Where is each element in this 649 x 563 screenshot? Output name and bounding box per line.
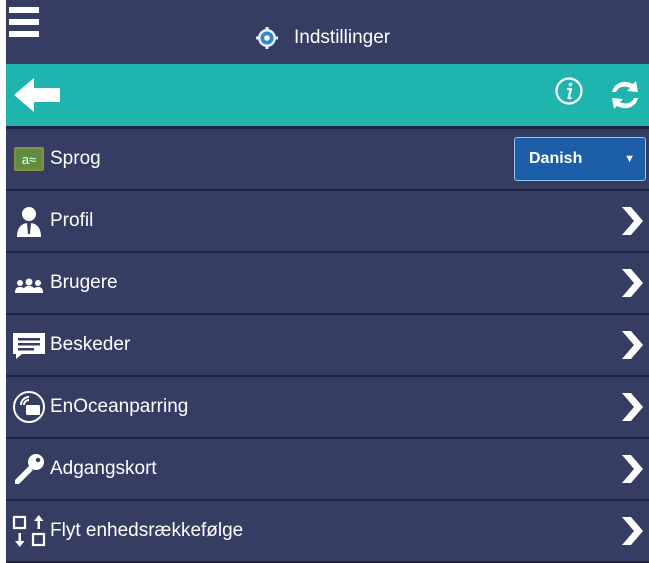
settings-list: a≈ Sprog Danish ▼ Profil Brugere Beskede… [6,129,649,563]
page-title: Indstillinger [294,27,391,48]
menu-item-label: Profil [50,210,94,231]
language-select[interactable]: Danish ▼ [514,137,646,181]
info-icon[interactable] [554,76,584,106]
page-title-group: Indstillinger [256,24,390,52]
chevron-right-icon [622,455,643,483]
back-arrow-icon[interactable] [14,78,62,112]
person-icon [17,207,41,237]
hamburger-menu-icon[interactable] [9,7,39,39]
chevron-right-icon [622,207,643,235]
wireless-pairing-icon [13,391,45,423]
users-icon [15,278,43,293]
top-bar: Indstillinger [6,0,649,64]
reorder-icon [12,515,46,547]
dropdown-caret-icon: ▼ [624,153,635,165]
app-window: Indstillinger a≈ Sprog Danish ▼ Profil B… [6,0,649,563]
message-icon [13,333,45,359]
menu-item-profil[interactable]: Profil [6,191,649,253]
chevron-right-icon [622,331,643,359]
menu-item-label: Beskeder [50,334,131,355]
menu-item-beskeder[interactable]: Beskeder [6,315,649,377]
sync-icon[interactable] [606,76,644,114]
menu-item-flyt[interactable]: Flyt enhedsrækkefølge [6,501,649,563]
translate-icon: a≈ [14,147,44,171]
menu-item-enocean[interactable]: EnOceanparring [6,377,649,439]
svg-text:a≈: a≈ [22,152,36,167]
menu-item-label: Flyt enhedsrækkefølge [50,520,244,541]
menu-item-label: Brugere [50,272,118,293]
action-bar [6,64,649,129]
language-select-value: Danish [529,150,583,167]
chevron-right-icon [622,269,643,297]
menu-item-label: EnOceanparring [50,396,189,417]
chevron-right-icon [622,393,643,421]
menu-item-label: Adgangskort [50,458,157,479]
language-row: a≈ Sprog Danish ▼ [6,129,649,191]
key-icon [15,454,44,484]
menu-item-brugere[interactable]: Brugere [6,253,649,315]
menu-item-adgangskort[interactable]: Adgangskort [6,439,649,501]
language-label: Sprog [50,148,101,169]
gear-icon [256,27,278,49]
chevron-right-icon [622,517,643,545]
